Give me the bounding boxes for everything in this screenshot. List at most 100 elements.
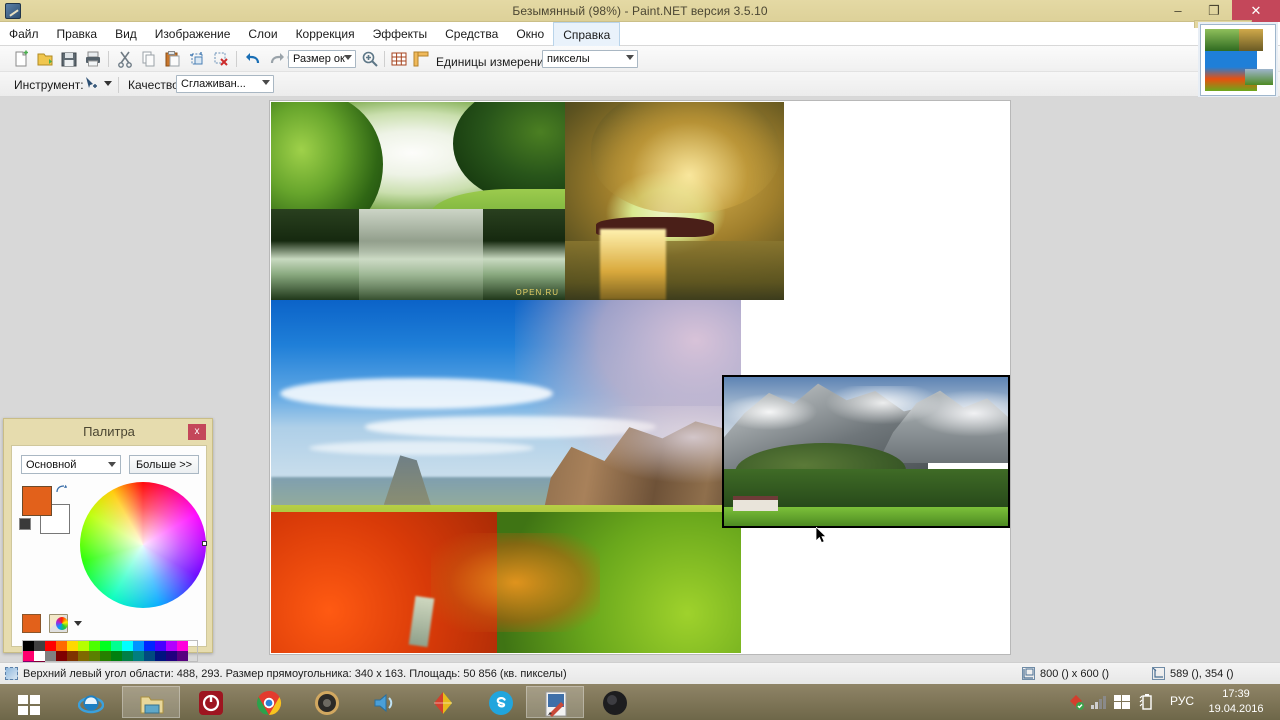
photo-wave-sunset[interactable] xyxy=(565,102,784,300)
menu-layers[interactable]: Слои xyxy=(239,22,286,46)
tray-date[interactable]: 19.04.2016 xyxy=(1198,702,1274,717)
tray-windows-icon[interactable] xyxy=(1114,694,1130,710)
tray-language[interactable]: РУС xyxy=(1170,694,1194,708)
tool-dropdown-chevron-icon[interactable] xyxy=(104,81,112,86)
photo-forest-river[interactable]: OPEN.RU xyxy=(271,102,565,300)
primary-color-swatch[interactable] xyxy=(22,486,52,516)
tray-time[interactable]: 17:39 xyxy=(1198,686,1274,702)
redo-icon[interactable] xyxy=(268,50,286,68)
palette-chooser-chevron-icon[interactable] xyxy=(74,621,82,626)
color-swatch[interactable] xyxy=(67,651,78,661)
color-swatch[interactable] xyxy=(111,641,122,651)
color-swatch[interactable] xyxy=(111,651,122,661)
color-swatch[interactable] xyxy=(144,651,155,661)
color-swatch[interactable] xyxy=(100,651,111,661)
add-color-icon[interactable] xyxy=(22,614,41,633)
taskbar-chrome[interactable] xyxy=(240,686,298,718)
color-swatch[interactable] xyxy=(155,651,166,661)
color-swatch[interactable] xyxy=(45,651,56,661)
print-icon[interactable] xyxy=(84,50,102,68)
color-swatch[interactable] xyxy=(45,641,56,651)
menu-edit[interactable]: Правка xyxy=(48,22,107,46)
paste-icon[interactable] xyxy=(164,50,182,68)
zoom-in-icon[interactable] xyxy=(361,50,379,68)
photo-autumn-canyon[interactable] xyxy=(271,300,741,653)
open-icon[interactable] xyxy=(36,50,54,68)
reset-colors-icon[interactable] xyxy=(19,518,31,530)
palette-window[interactable]: Палитра x Основной Больше >> xyxy=(3,418,213,671)
crop-icon[interactable] xyxy=(188,50,206,68)
menu-effects[interactable]: Эффекты xyxy=(364,22,437,46)
taskbar-kaspersky[interactable] xyxy=(414,686,472,718)
color-swatch[interactable] xyxy=(100,641,111,651)
quality-combo[interactable]: Сглаживан... xyxy=(176,75,274,93)
copy-icon[interactable] xyxy=(140,50,158,68)
cut-icon[interactable] xyxy=(116,50,134,68)
color-swatch[interactable] xyxy=(89,651,100,661)
save-icon[interactable] xyxy=(60,50,78,68)
menu-file[interactable]: Файл xyxy=(0,22,48,46)
taskbar-media-player[interactable] xyxy=(298,686,356,718)
color-swatch[interactable] xyxy=(78,641,89,651)
color-swatch-grid[interactable] xyxy=(22,640,198,671)
color-swatch[interactable] xyxy=(166,641,177,651)
menu-help[interactable]: Справка xyxy=(553,22,621,46)
color-swatch[interactable] xyxy=(177,641,188,651)
tray-battery-icon[interactable] xyxy=(1138,694,1154,710)
color-swatch[interactable] xyxy=(67,641,78,651)
color-swatch[interactable] xyxy=(78,651,89,661)
tray-network-icon[interactable] xyxy=(1090,694,1106,710)
palette-close-button[interactable]: x xyxy=(188,424,206,440)
taskbar-power-app[interactable] xyxy=(182,686,240,718)
color-wheel-marker[interactable] xyxy=(202,541,207,546)
tray-antivirus-icon[interactable] xyxy=(1068,694,1084,710)
menu-image[interactable]: Изображение xyxy=(146,22,240,46)
color-swatch[interactable] xyxy=(122,651,133,661)
color-swatch[interactable] xyxy=(177,651,188,661)
color-swatch[interactable] xyxy=(23,641,34,651)
units-combo[interactable]: пикселы xyxy=(542,50,638,68)
swap-colors-icon[interactable] xyxy=(56,484,68,495)
menu-tools[interactable]: Средства xyxy=(436,22,507,46)
menu-adjustments[interactable]: Коррекция xyxy=(287,22,364,46)
color-swatch[interactable] xyxy=(133,641,144,651)
color-swatch[interactable] xyxy=(155,641,166,651)
color-swatch[interactable] xyxy=(34,641,45,651)
color-wheel[interactable] xyxy=(80,482,206,608)
menu-view[interactable]: Вид xyxy=(106,22,146,46)
taskbar-internet-explorer[interactable] xyxy=(62,686,120,718)
taskbar-obs[interactable] xyxy=(586,686,644,718)
color-swatch[interactable] xyxy=(122,641,133,651)
palette-more-button[interactable]: Больше >> xyxy=(129,455,199,474)
taskbar-paintnet[interactable] xyxy=(526,686,584,718)
color-swatch[interactable] xyxy=(56,651,67,661)
new-icon[interactable] xyxy=(12,50,30,68)
main-toolbar: Размер ок Единицы измерения: пикселы xyxy=(0,46,1280,72)
deselect-icon[interactable] xyxy=(212,50,230,68)
magic-wand-icon[interactable] xyxy=(82,75,100,93)
menu-window[interactable]: Окно xyxy=(507,22,553,46)
color-swatch[interactable] xyxy=(89,641,100,651)
taskbar-volume-app[interactable] xyxy=(356,686,414,718)
color-swatch[interactable] xyxy=(144,641,155,651)
palette-mode-combo[interactable]: Основной xyxy=(21,455,121,474)
taskbar-skype[interactable] xyxy=(472,686,530,718)
photo-alpine-mountains[interactable] xyxy=(722,375,1010,528)
image-thumbnail-panel[interactable] xyxy=(1200,24,1276,96)
minimize-button[interactable]: – xyxy=(1160,0,1196,22)
maximize-button[interactable]: ❐ xyxy=(1196,0,1232,22)
zoom-level-combo[interactable]: Размер ок xyxy=(288,50,356,68)
color-swatch[interactable] xyxy=(166,651,177,661)
palette-chooser-icon[interactable] xyxy=(49,614,68,633)
image-canvas[interactable]: OPEN.RU xyxy=(270,101,1010,654)
start-button[interactable] xyxy=(8,687,52,717)
undo-icon[interactable] xyxy=(244,50,262,68)
color-swatch[interactable] xyxy=(133,651,144,661)
color-swatch[interactable] xyxy=(56,641,67,651)
color-swatch[interactable] xyxy=(34,651,45,661)
grid-icon[interactable] xyxy=(390,50,408,68)
rulers-icon[interactable] xyxy=(412,50,430,68)
color-swatch[interactable] xyxy=(23,651,34,661)
taskbar-file-explorer[interactable] xyxy=(122,686,180,718)
close-button[interactable]: ✕ xyxy=(1232,0,1280,22)
